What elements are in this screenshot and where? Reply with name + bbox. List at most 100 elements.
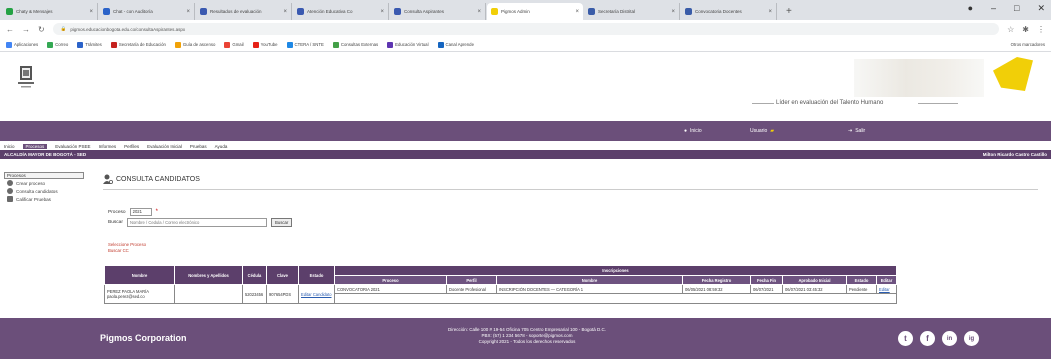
browser-tab-strip: Chaty & Mensajes × Chat - con Auditoría × Re… (0, 0, 1051, 20)
bookmark-favicon-icon (47, 41, 54, 48)
sidebar-item-label: Calificar Pruebas (16, 196, 51, 202)
maximize-button[interactable]: □ (1014, 3, 1019, 14)
bookmark-item[interactable]: Educación Virtual (387, 41, 429, 48)
bookmark-item[interactable]: Canal Aprende (437, 41, 474, 48)
close-tab-icon[interactable]: × (186, 9, 190, 15)
star-icon[interactable]: ☆ (1007, 25, 1014, 34)
bookmark-label: Consultas Externas (340, 42, 379, 47)
linkedin-icon[interactable]: in (942, 331, 957, 346)
bookmark-item[interactable]: Correo (47, 41, 68, 48)
new-tab-button[interactable]: + (778, 3, 800, 20)
browser-tab[interactable]: Consulta Aspirantes × (390, 3, 486, 20)
twitter-icon[interactable]: t (898, 331, 913, 346)
sidebar-header[interactable]: Procesos (4, 172, 84, 179)
sidebar-item-crear-proceso[interactable]: Crear proceso (4, 179, 84, 187)
buscar-input[interactable]: Nombre / Cedula / Correo electrónico (126, 218, 267, 227)
browser-tab[interactable]: Secretaría Distrital × (584, 3, 680, 20)
close-tab-icon[interactable]: × (380, 9, 384, 15)
facebook-icon[interactable]: f (920, 331, 935, 346)
sidebar-item-label: Consulta candidatos (16, 188, 58, 194)
buscar-button[interactable]: Buscar (270, 218, 293, 227)
close-tab-icon[interactable]: × (575, 9, 579, 15)
bookmark-item[interactable]: Gmail (224, 41, 244, 48)
social-links: t f in ig (898, 331, 979, 346)
bookmark-favicon-icon (387, 41, 394, 48)
bookmark-favicon-icon (174, 41, 181, 48)
sidebar-item-consulta-candidatos[interactable]: Consulta candidatos (4, 187, 84, 195)
url-field[interactable]: 🔒 pigmos.educacionbogota.edu.co/consulta… (52, 23, 1000, 35)
menu-item[interactable]: Ayuda (215, 144, 228, 149)
col-header-nombres: Nombres y Apellidos (174, 265, 243, 285)
sidebar-item-calificar-pruebas[interactable]: Calificar Pruebas (4, 195, 84, 203)
top-home[interactable]: ● Inicio (684, 128, 702, 134)
bookmark-item[interactable]: Secretaría de Educación (110, 41, 166, 48)
slogan-text: Líder en evaluación del Talento Humano (776, 100, 884, 106)
users-icon (7, 196, 13, 202)
window-controls: ● – □ ✕ (968, 3, 1045, 14)
proceso-select[interactable]: 2021 (129, 208, 152, 216)
other-bookmarks[interactable]: Otros marcadores (1011, 42, 1045, 47)
subheader-aprobado: Aprobado Inicial (782, 275, 847, 285)
browser-tab[interactable]: Resultados de evaluación × (196, 3, 292, 20)
top-home-label: Inicio (690, 128, 702, 134)
tab-title: Secretaría Distrital (598, 9, 636, 14)
edit-inscription-link[interactable]: Editar (876, 284, 897, 294)
bookmark-item[interactable]: CTERA / SNTE (286, 41, 324, 48)
instagram-icon[interactable]: ig (964, 331, 979, 346)
logged-user-name: Milton Ricardo Castro Castillo (982, 152, 1047, 157)
tab-title: Convocatoria Docentes (695, 9, 742, 14)
top-purple-bar: ● Inicio Usuario ▰ ⇥ Salir (0, 121, 1051, 141)
extensions-icon[interactable]: ✱ (1022, 25, 1029, 34)
subheader-estado: Estado (846, 275, 877, 285)
minimize-button[interactable]: – (991, 3, 996, 14)
back-arrow-icon[interactable]: ← (6, 25, 14, 34)
browser-tab[interactable]: Pigmos Admin × (487, 3, 583, 20)
cell-nombre: PEREZ PAOLA MARÍA paola.perez@sed.co (104, 284, 175, 304)
tab-title: Chat - con Auditoría (113, 9, 153, 14)
bookmark-item[interactable]: YouTube (252, 41, 278, 48)
bookmark-item[interactable]: Consultas Externas (332, 41, 379, 48)
bookmark-label: Gmail (232, 42, 244, 47)
menu-item[interactable]: Informes (99, 144, 117, 149)
reload-icon[interactable]: ↻ (38, 25, 45, 34)
edit-candidate-link[interactable]: Editar Candidato (298, 284, 335, 304)
menu-item[interactable]: Perfiles (124, 144, 139, 149)
close-window-button[interactable]: ✕ (1037, 3, 1045, 14)
user-search-icon (103, 174, 113, 184)
menu-item[interactable]: Inicio (4, 144, 15, 149)
close-tab-icon[interactable]: × (283, 9, 287, 15)
browser-tab[interactable]: Atención Educativa Co × (293, 3, 389, 20)
bookmark-item[interactable]: Guía de ascenso (174, 41, 215, 48)
browser-tab[interactable]: Chat - con Auditoría × (99, 3, 195, 20)
url-text: pigmos.educacionbogota.edu.co/consultaAs… (70, 26, 186, 32)
page-title-text: CONSULTA CANDIDATOS (116, 176, 200, 183)
profile-icon[interactable]: ● (968, 3, 973, 14)
colombia-flag-icon: ▰ (770, 128, 775, 134)
sidebar-item-label: Crear proceso (16, 180, 46, 186)
col-header-estado: Estado (298, 265, 335, 285)
menu-item[interactable]: Evaluación Inicial (147, 144, 182, 149)
forward-arrow-icon[interactable]: → (22, 25, 30, 34)
candidates-table-wrap[interactable]: Nombre Nombres y Apellidos Cédula Clave … (104, 265, 1051, 313)
menu-item[interactable]: Procesos (22, 143, 48, 149)
close-tab-icon[interactable]: × (477, 9, 481, 15)
close-tab-icon[interactable]: × (89, 9, 93, 15)
cell-fecha-registro: 06/05/2021 08:59:32 (682, 284, 751, 294)
menu-item[interactable]: Pruebas (190, 144, 207, 149)
browser-tab[interactable]: Chaty & Mensajes × (2, 3, 98, 20)
bookmark-item[interactable]: Trámites (77, 41, 102, 48)
close-tab-icon[interactable]: × (671, 9, 675, 15)
bookmark-favicon-icon (224, 41, 231, 48)
top-logout[interactable]: ⇥ Salir (848, 128, 865, 134)
bookmark-item[interactable]: Aplicaciones (6, 41, 38, 48)
bookmark-label: Secretaría de Educación (118, 42, 166, 47)
top-user[interactable]: Usuario ▰ (750, 128, 774, 134)
bookmark-label: Educación Virtual (395, 42, 429, 47)
menu-dots-icon[interactable]: ⋮ (1037, 25, 1045, 34)
browser-tab[interactable]: Convocatoria Docentes × (681, 3, 777, 20)
close-tab-icon[interactable]: × (768, 9, 772, 15)
main-menu: Inicio Procesos Evaluación PSEE Informes Per… (0, 142, 1051, 150)
logout-icon: ⇥ (848, 128, 853, 134)
menu-item[interactable]: Evaluación PSEE (55, 144, 90, 149)
entity-bar: ALCALDÍA MAYOR DE BOGOTÁ - SED Milton Ri… (0, 150, 1051, 159)
